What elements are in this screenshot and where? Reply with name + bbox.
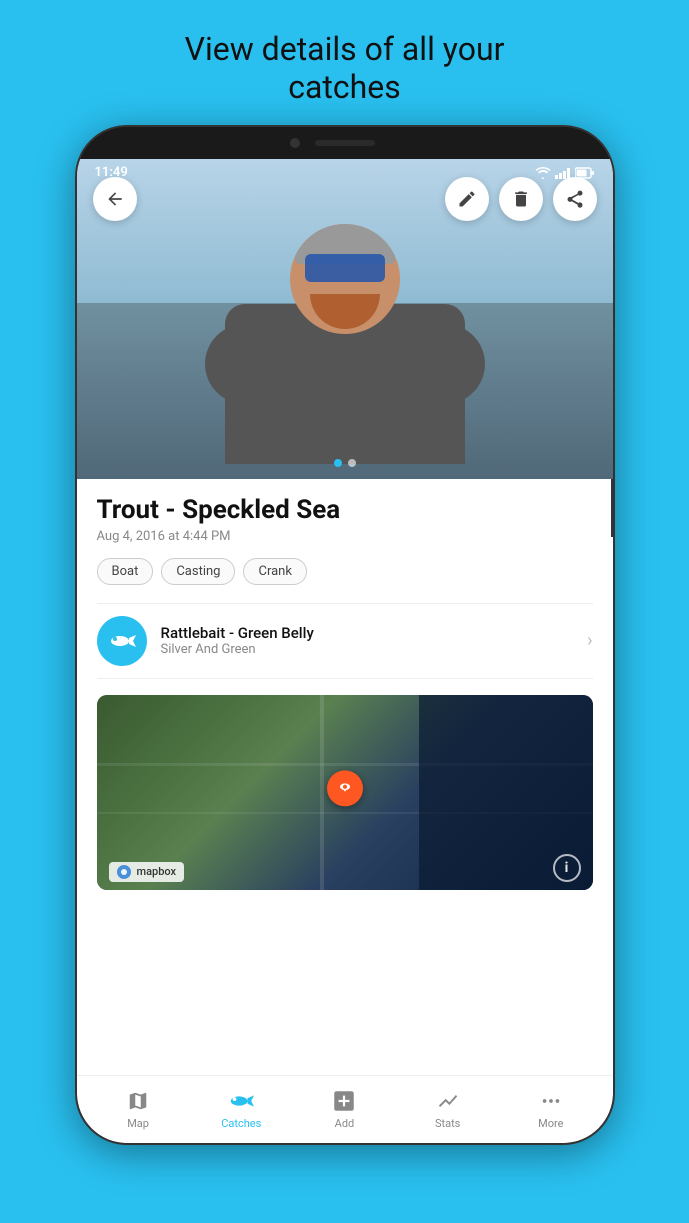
tag-crank: Crank (243, 558, 306, 585)
nav-label-catches: Catches (221, 1117, 261, 1130)
person-glasses (305, 254, 385, 282)
tags-row: Boat Casting Crank (97, 558, 593, 585)
nav-item-stats[interactable]: Stats (420, 1088, 475, 1130)
mapbox-watermark: mapbox (109, 862, 185, 882)
phone-screen: Trout - Speckled Sea Aug 4, 2016 at 4:44… (77, 159, 613, 1143)
phone-speaker (315, 140, 375, 146)
nav-label-more: More (538, 1117, 563, 1130)
nav-item-more[interactable]: More (523, 1088, 578, 1130)
status-bar: 11:49 (77, 159, 613, 187)
catch-date: Aug 4, 2016 at 4:44 PM (97, 529, 593, 544)
lure-chevron-icon: › (587, 630, 592, 651)
person-head (290, 224, 400, 334)
nav-label-stats: Stats (435, 1117, 460, 1130)
status-icons (535, 167, 595, 179)
more-nav-icon (538, 1088, 564, 1114)
add-nav-icon (331, 1088, 357, 1114)
lure-name: Rattlebait - Green Belly (161, 624, 588, 642)
wifi-icon (535, 167, 551, 179)
map-background (97, 695, 593, 890)
battery-icon (575, 167, 595, 179)
signal-icon (555, 167, 571, 179)
lure-svg-icon (108, 627, 136, 655)
nav-label-add: Add (335, 1117, 355, 1130)
lure-info: Rattlebait - Green Belly Silver And Gree… (161, 624, 588, 657)
map-info-button[interactable]: i (553, 854, 581, 882)
phone-side-button (611, 477, 615, 537)
catches-nav-icon (228, 1088, 254, 1114)
nav-item-add[interactable]: Add (317, 1088, 372, 1130)
pin-icon (335, 779, 355, 799)
photo-area (77, 159, 613, 479)
lure-detail: Silver And Green (161, 642, 588, 657)
phone-camera (290, 138, 300, 148)
photo-dots (334, 459, 356, 467)
person (205, 224, 485, 464)
mapbox-label: mapbox (137, 865, 177, 878)
lure-row[interactable]: Rattlebait - Green Belly Silver And Gree… (97, 603, 593, 679)
bottom-nav: Map Catches (77, 1075, 613, 1143)
lure-icon (97, 616, 147, 666)
phone-frame: 11:49 (75, 125, 615, 1145)
page-title: View details of all your catches (145, 30, 545, 107)
person-beard (310, 294, 380, 329)
map-area[interactable]: mapbox i (97, 695, 593, 890)
nav-item-map[interactable]: Map (111, 1088, 166, 1130)
status-time: 11:49 (95, 165, 128, 180)
map-nav-icon (125, 1088, 151, 1114)
fish-title: Trout - Speckled Sea (97, 495, 593, 525)
map-road-1 (320, 695, 324, 890)
content-area: Trout - Speckled Sea Aug 4, 2016 at 4:44… (77, 479, 613, 1075)
mapbox-logo-icon (117, 865, 131, 879)
dot-active (334, 459, 342, 467)
stats-nav-icon (435, 1088, 461, 1114)
map-pin (327, 771, 363, 807)
nav-label-map: Map (127, 1117, 149, 1130)
dot-inactive (348, 459, 356, 467)
tag-casting: Casting (161, 558, 235, 585)
nav-item-catches[interactable]: Catches (214, 1088, 269, 1130)
phone-notch (77, 127, 613, 159)
tag-boat: Boat (97, 558, 154, 585)
